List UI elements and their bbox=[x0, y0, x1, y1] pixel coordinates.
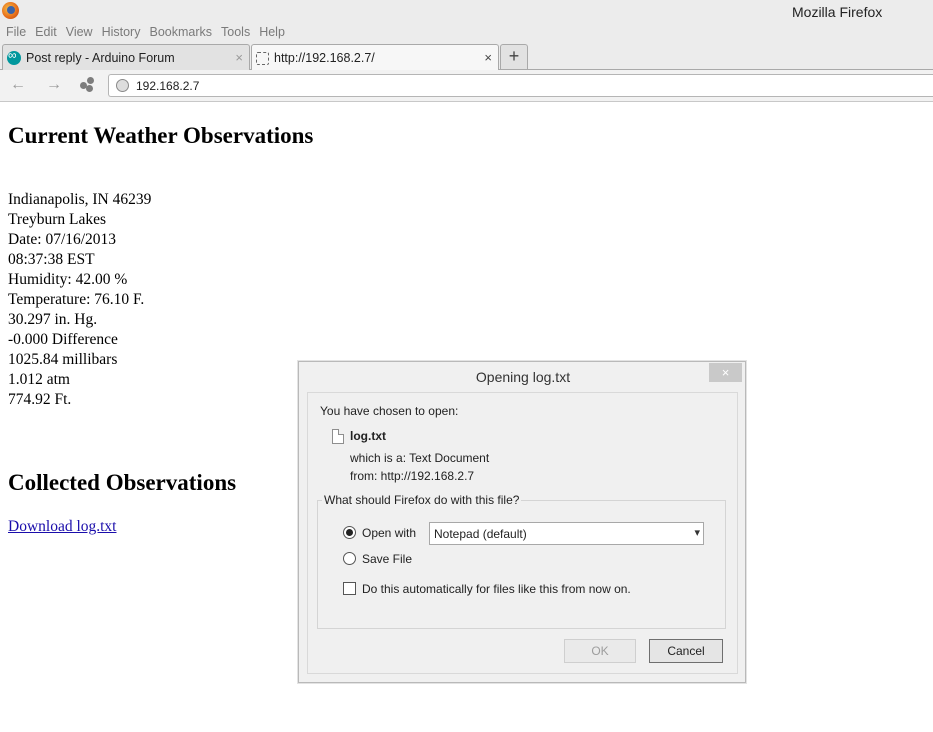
text-file-icon bbox=[332, 429, 344, 444]
observation-line: 1.012 atm bbox=[8, 371, 70, 388]
menu-bookmarks[interactable]: Bookmarks bbox=[149, 25, 212, 39]
navigation-bar: ← → 192.168.2.7 bbox=[0, 70, 933, 102]
menu-help[interactable]: Help bbox=[259, 25, 285, 39]
tab-arduino-forum[interactable]: Post reply - Arduino Forum × bbox=[2, 44, 250, 70]
observation-line: 08:37:38 EST bbox=[8, 251, 95, 268]
open-with-radio[interactable] bbox=[343, 526, 356, 539]
cancel-button[interactable]: Cancel bbox=[649, 639, 723, 663]
observation-line: -0.000 Difference bbox=[8, 331, 118, 348]
observation-line: Date: 07/16/2013 bbox=[8, 231, 117, 248]
tab-label: http://192.168.2.7/ bbox=[274, 51, 375, 65]
new-tab-button[interactable]: + bbox=[500, 44, 528, 69]
tab-strip: Post reply - Arduino Forum × http://192.… bbox=[0, 44, 933, 71]
download-log-link[interactable]: Download log.txt bbox=[8, 518, 117, 536]
dialog-body: You have chosen to open: log.txt which i… bbox=[307, 392, 738, 674]
close-tab-icon[interactable]: × bbox=[484, 50, 492, 65]
blank-page-icon bbox=[256, 51, 269, 65]
close-tab-icon[interactable]: × bbox=[235, 50, 243, 65]
save-file-label[interactable]: Save File bbox=[362, 552, 412, 566]
back-button[interactable]: ← bbox=[10, 76, 26, 94]
menu-view[interactable]: View bbox=[66, 25, 93, 39]
save-file-radio[interactable] bbox=[343, 552, 356, 565]
identity-icon[interactable] bbox=[80, 77, 96, 93]
dialog-title: Opening log.txt bbox=[475, 369, 571, 385]
url-text[interactable]: 192.168.2.7 bbox=[136, 79, 199, 93]
observation-line: Temperature: 76.10 F. bbox=[8, 291, 145, 308]
page-heading-current: Current Weather Observations bbox=[8, 123, 314, 148]
auto-action-checkbox[interactable] bbox=[343, 582, 356, 595]
observation-line: Treyburn Lakes bbox=[8, 211, 107, 228]
file-action-group: What should Firefox do with this file? O… bbox=[317, 493, 726, 629]
url-bar[interactable]: 192.168.2.7 bbox=[108, 74, 933, 97]
menu-history[interactable]: History bbox=[102, 25, 141, 39]
menu-bar: File Edit View History Bookmarks Tools H… bbox=[6, 25, 285, 39]
menu-file[interactable]: File bbox=[6, 25, 26, 39]
dialog-close-button[interactable]: × bbox=[709, 363, 742, 382]
chevron-down-icon: ▾ bbox=[694, 527, 700, 539]
chosen-to-open-label: You have chosen to open: bbox=[320, 404, 459, 418]
observation-line: Humidity: 42.00 % bbox=[8, 271, 128, 288]
globe-icon bbox=[116, 79, 129, 92]
observation-line: Indianapolis, IN 46239 bbox=[8, 191, 152, 208]
file-type-info: which is a: Text Document bbox=[350, 451, 490, 465]
title-bar: Mozilla Firefox File Edit View History B… bbox=[0, 0, 933, 44]
tab-label: Post reply - Arduino Forum bbox=[26, 50, 175, 65]
open-with-select[interactable]: Notepad (default) ▾ bbox=[429, 522, 704, 545]
file-action-question: What should Firefox do with this file? bbox=[322, 493, 522, 507]
file-name: log.txt bbox=[350, 429, 386, 443]
observations-list: Indianapolis, IN 46239 Treyburn Lakes Da… bbox=[8, 190, 151, 410]
observation-line: 774.92 Ft. bbox=[8, 391, 72, 408]
menu-tools[interactable]: Tools bbox=[221, 25, 250, 39]
open-with-label[interactable]: Open with bbox=[362, 526, 416, 540]
arduino-icon bbox=[7, 48, 21, 65]
window-title: Mozilla Firefox bbox=[792, 4, 883, 20]
auto-action-label[interactable]: Do this automatically for files like thi… bbox=[362, 582, 631, 596]
page-heading-collected: Collected Observations bbox=[8, 470, 237, 495]
file-source-info: from: http://192.168.2.7 bbox=[350, 469, 475, 483]
opening-file-dialog: Opening log.txt × You have chosen to ope… bbox=[298, 361, 746, 683]
observation-line: 30.297 in. Hg. bbox=[8, 311, 98, 328]
firefox-logo-icon[interactable] bbox=[2, 2, 19, 19]
open-with-select-value: Notepad (default) bbox=[434, 527, 527, 541]
forward-button[interactable]: → bbox=[46, 76, 62, 94]
menu-edit[interactable]: Edit bbox=[35, 25, 57, 39]
ok-button[interactable]: OK bbox=[564, 639, 636, 663]
observation-line: 1025.84 millibars bbox=[8, 351, 118, 368]
tab-local-page[interactable]: http://192.168.2.7/ × bbox=[251, 44, 499, 71]
